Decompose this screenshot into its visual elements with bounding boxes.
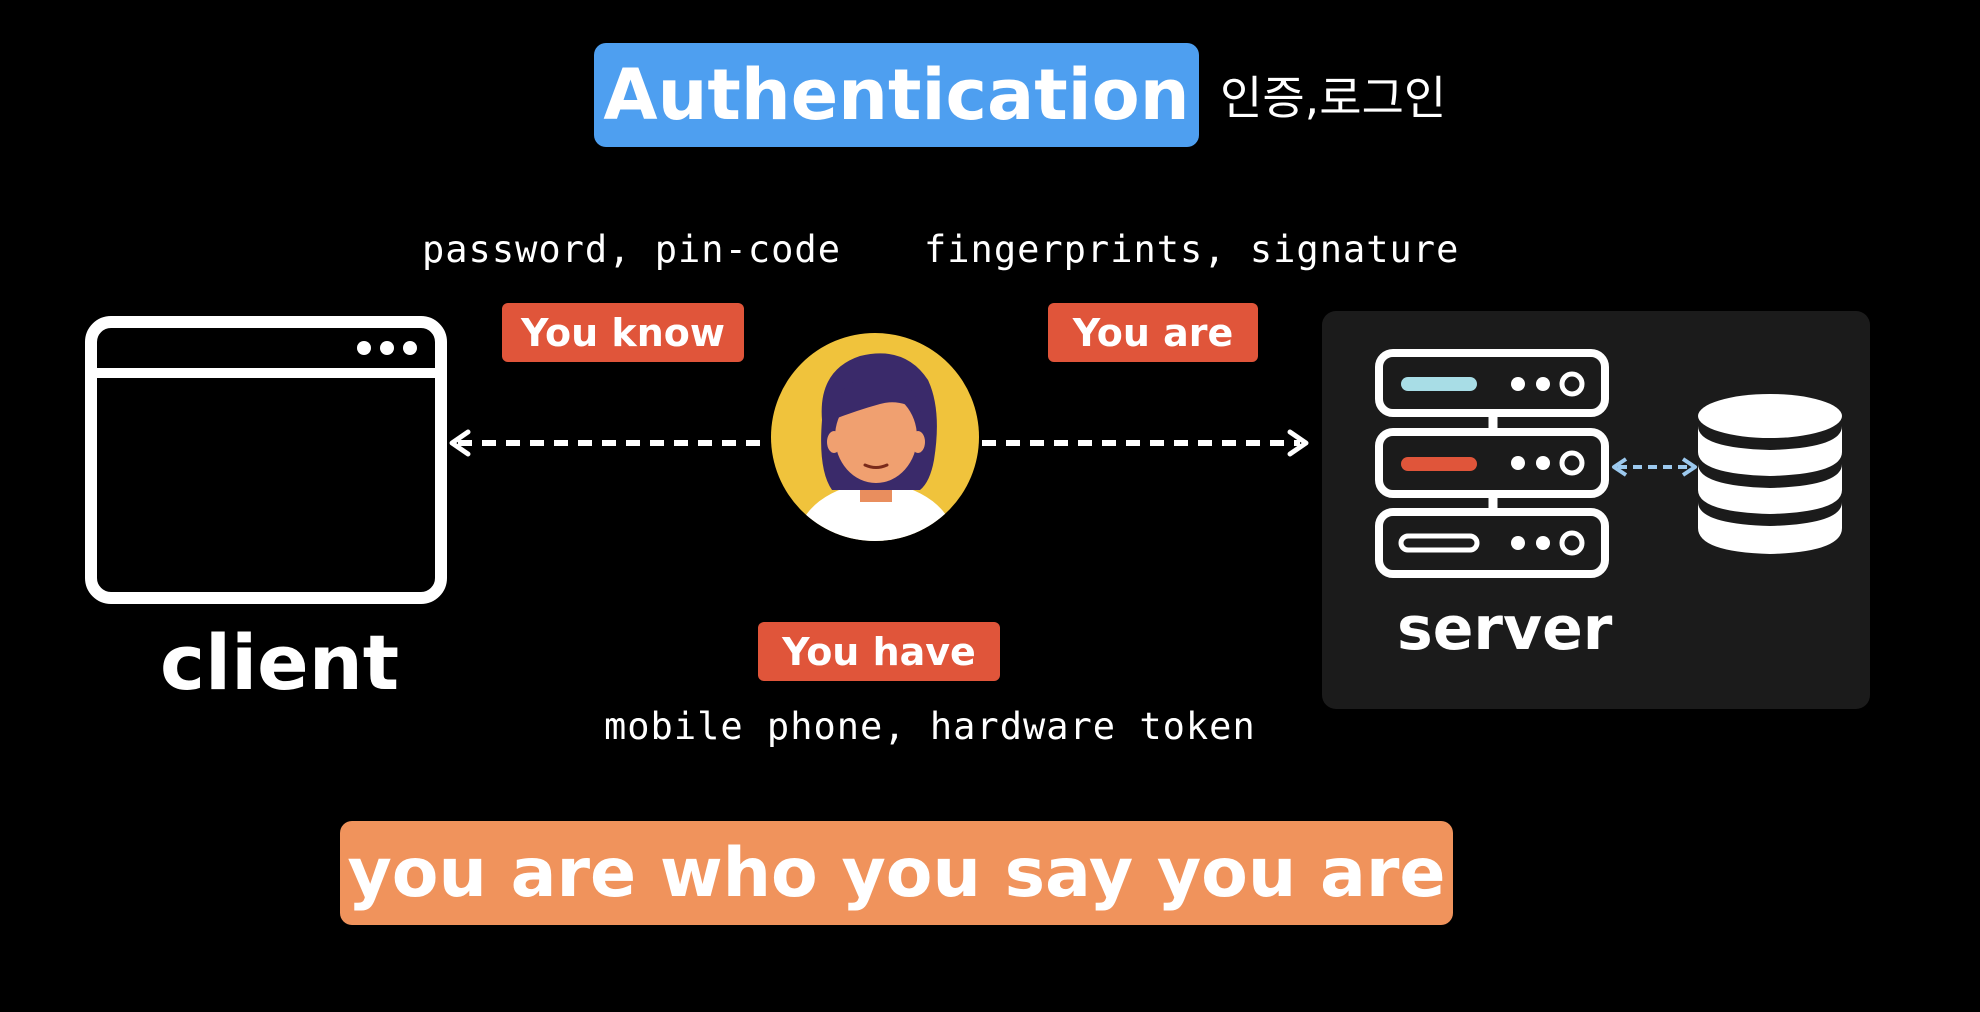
you-know-tag-label: You know — [521, 310, 725, 355]
arrow-to-client — [449, 429, 770, 457]
server-label: server — [1397, 594, 1613, 664]
you-know-tag: You know — [502, 303, 744, 362]
tagline-banner: you are who you say you are — [340, 821, 1453, 925]
browser-window-icon — [85, 316, 447, 604]
arrow-to-server — [982, 429, 1309, 457]
tagline-text: you are who you say you are — [347, 833, 1446, 913]
you-have-tag: You have — [758, 622, 1000, 681]
know-examples-caption: password, pin-code — [422, 228, 841, 271]
client-label: client — [160, 618, 400, 707]
you-are-tag: You are — [1048, 303, 1258, 362]
person-avatar-icon — [771, 333, 979, 541]
you-are-tag-label: You are — [1072, 310, 1234, 355]
you-have-tag-label: You have — [782, 629, 976, 674]
are-examples-caption: fingerprints, signature — [924, 228, 1460, 271]
have-examples-caption: mobile phone, hardware token — [604, 705, 1256, 748]
server-rack-icon — [1375, 349, 1609, 578]
database-icon — [1698, 394, 1842, 554]
server-db-link-arrow — [1612, 457, 1697, 477]
